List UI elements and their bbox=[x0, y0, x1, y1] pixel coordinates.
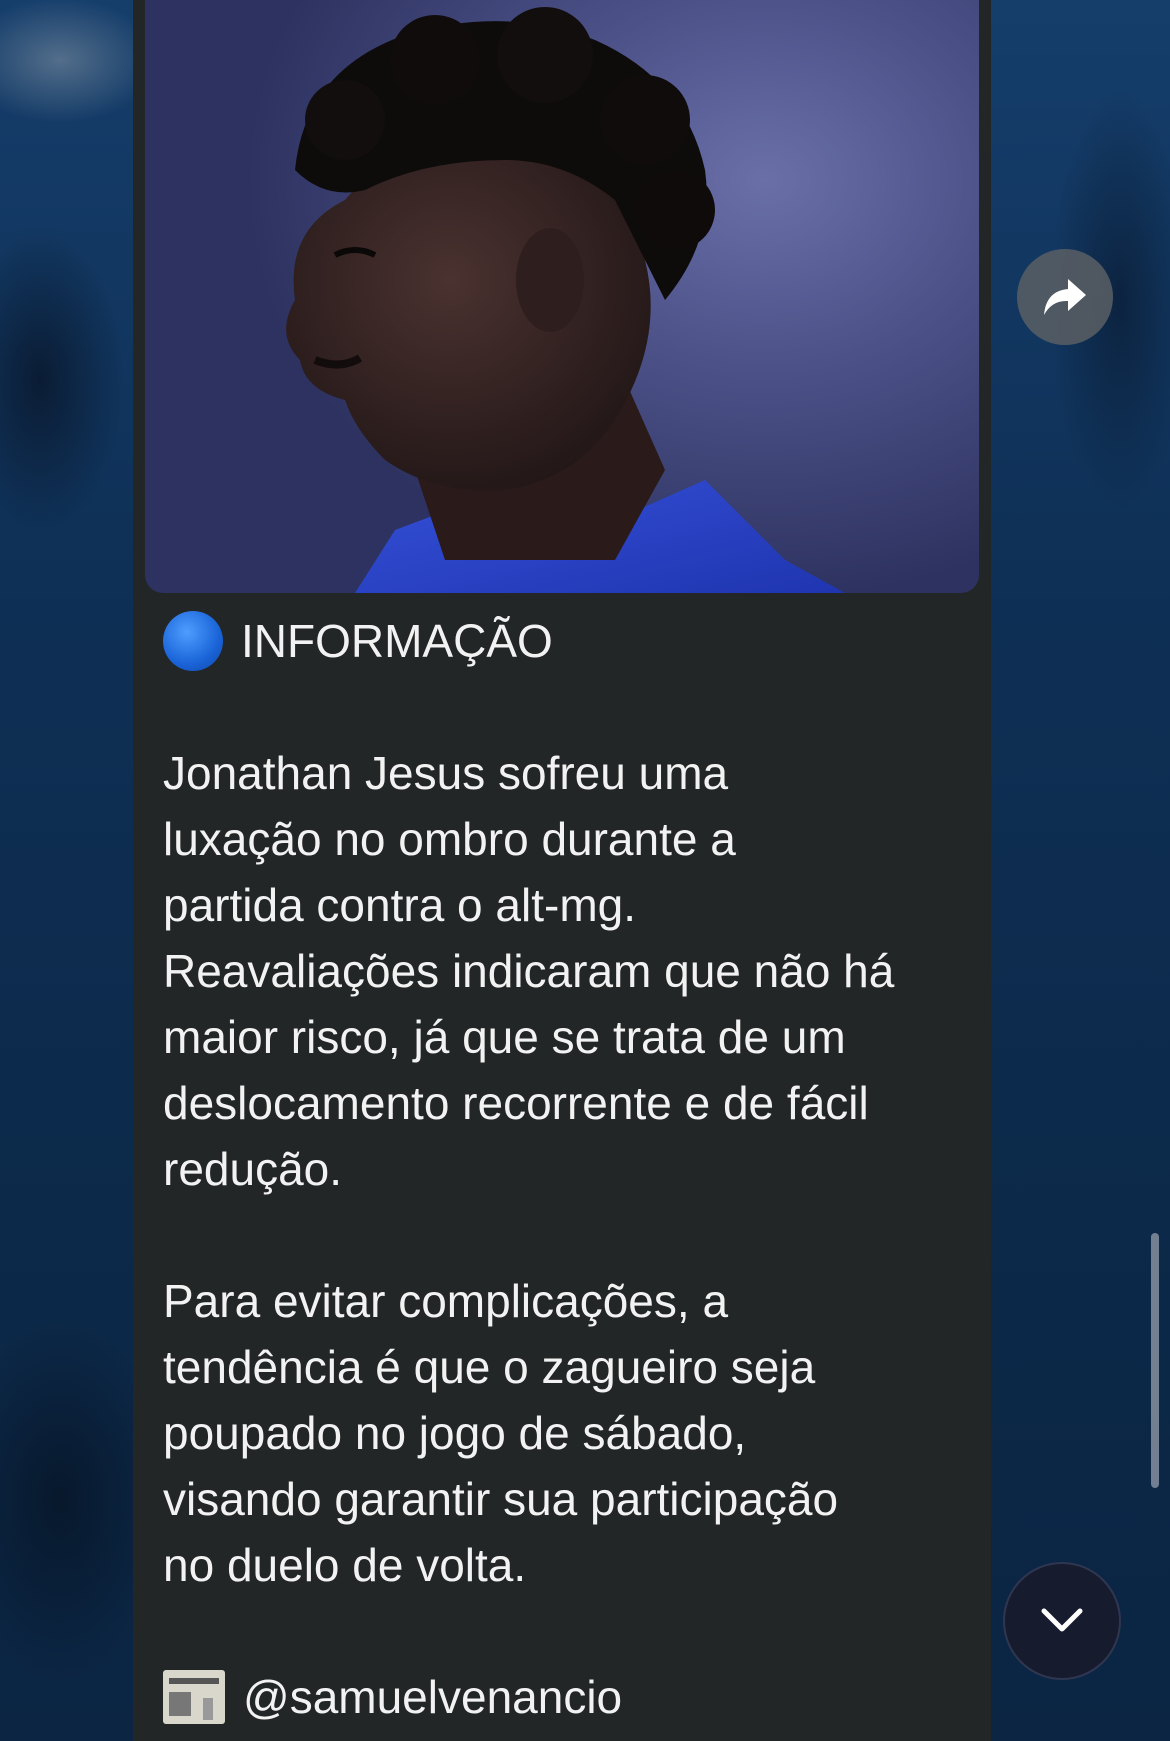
info-header: INFORMAÇÃO bbox=[163, 608, 963, 674]
share-arrow-icon bbox=[1044, 279, 1086, 315]
message-bubble[interactable]: INFORMAÇÃO Jonathan Jesus sofreu uma lux… bbox=[133, 0, 991, 1741]
chevron-down-icon bbox=[1041, 1608, 1083, 1632]
paragraph2-line: no duelo de volta. bbox=[163, 1539, 527, 1591]
paragraph1-line: Reavaliações indicaram que não há bbox=[163, 945, 895, 997]
paragraph1-line: deslocamento recorrente e de fácil bbox=[163, 1077, 869, 1129]
message-text: INFORMAÇÃO Jonathan Jesus sofreu uma lux… bbox=[163, 608, 963, 1730]
paragraph2-line: tendência é que o zagueiro seja bbox=[163, 1341, 816, 1393]
player-photo-illustration bbox=[286, 7, 845, 593]
share-button[interactable] bbox=[1017, 249, 1113, 345]
info-header-label: INFORMAÇÃO bbox=[241, 615, 553, 667]
scroll-to-bottom-button[interactable] bbox=[1003, 1562, 1121, 1680]
paragraph2-line: Para evitar complicações, a bbox=[163, 1275, 729, 1327]
paragraph1-line: Jonathan Jesus sofreu uma bbox=[163, 747, 729, 799]
paragraph2-line: visando garantir sua participação bbox=[163, 1473, 839, 1525]
paragraph1-line: redução. bbox=[163, 1143, 343, 1195]
paragraph1-line: maior risco, já que se trata de um bbox=[163, 1011, 846, 1063]
paragraph1-line: partida contra o alt-mg. bbox=[163, 879, 637, 931]
newspaper-icon bbox=[163, 1670, 225, 1724]
message-photo[interactable] bbox=[145, 0, 979, 593]
paragraph1-line: luxação no ombro durante a bbox=[163, 813, 736, 865]
source-line: @samuelvenancio bbox=[163, 1664, 963, 1730]
scrollbar-thumb[interactable] bbox=[1151, 1233, 1159, 1488]
source-handle[interactable]: @samuelvenancio bbox=[243, 1664, 622, 1730]
paragraph2-line: poupado no jogo de sábado, bbox=[163, 1407, 747, 1459]
blue-circle-icon bbox=[163, 611, 223, 671]
